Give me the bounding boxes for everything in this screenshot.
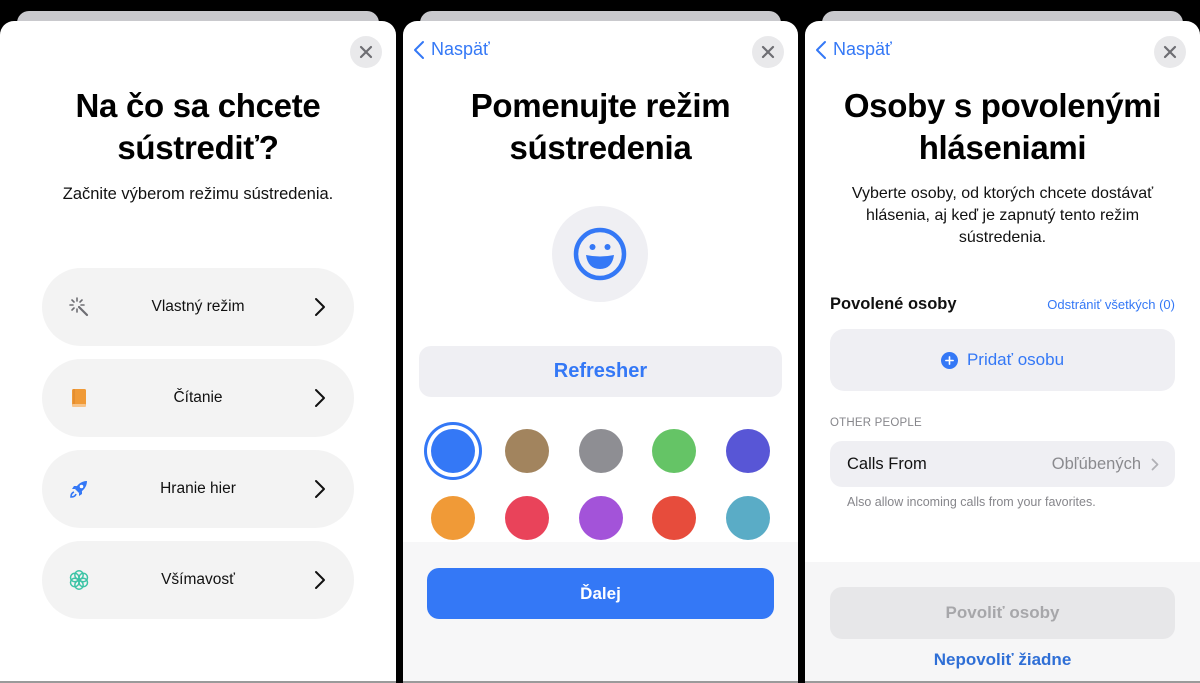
close-button[interactable] bbox=[350, 36, 382, 68]
chevron-right-icon bbox=[1151, 458, 1159, 470]
page-subtitle: Vyberte osoby, od ktorých chcete dostáva… bbox=[851, 185, 1154, 246]
color-swatch-green[interactable] bbox=[652, 429, 697, 473]
mode-label: Hranie hier bbox=[160, 480, 236, 497]
allowed-people-header: Povolené osoby Odstrániť všetkých (0) bbox=[830, 295, 1175, 314]
color-swatch-pink[interactable] bbox=[504, 496, 549, 540]
close-button[interactable] bbox=[1154, 36, 1186, 68]
next-button[interactable]: Ďalej bbox=[427, 568, 774, 619]
rocket-icon bbox=[68, 478, 90, 500]
flower-icon bbox=[68, 569, 90, 591]
allow-none-button[interactable]: Nepovoliť žiadne bbox=[805, 650, 1200, 670]
page-title: Osoby s povolenými hláseniami bbox=[843, 87, 1162, 166]
chevron-right-icon bbox=[315, 480, 325, 498]
sheet-card: Naspäť Pomenujte režim sústredenia Refre… bbox=[403, 21, 798, 683]
calls-footnote: Also allow incoming calls from your favo… bbox=[847, 495, 1096, 509]
color-swatch-gray[interactable] bbox=[578, 429, 623, 473]
back-label: Naspäť bbox=[431, 39, 490, 59]
other-people-label: OTHER PEOPLE bbox=[830, 417, 922, 429]
focus-icon-picker[interactable] bbox=[552, 206, 648, 302]
mode-item-mindfulness[interactable]: Všímavosť bbox=[42, 541, 354, 619]
footer: Povoliť osoby Nepovoliť žiadne bbox=[805, 562, 1200, 683]
color-swatch-teal[interactable] bbox=[726, 496, 770, 540]
color-picker bbox=[431, 429, 770, 540]
page-title: Na čo sa chcete sústrediť? bbox=[75, 87, 321, 166]
screen-allowed-people: Naspäť Osoby s povolenými hláseniami Vyb… bbox=[805, 0, 1200, 683]
allow-people-button[interactable]: Povoliť osoby bbox=[830, 587, 1175, 639]
mode-item-gaming[interactable]: Hranie hier bbox=[42, 450, 354, 528]
sheet-card: Naspäť Osoby s povolenými hláseniami Vyb… bbox=[805, 21, 1200, 683]
page-subtitle: Začnite výberom režimu sústredenia. bbox=[62, 185, 334, 203]
page-title: Pomenujte režim sústredenia bbox=[470, 87, 731, 166]
mode-label: Čítanie bbox=[173, 389, 223, 406]
color-swatch-red[interactable] bbox=[652, 496, 697, 540]
chevron-right-icon bbox=[315, 389, 325, 407]
mode-item-custom[interactable]: Vlastný režim bbox=[42, 268, 354, 346]
book-icon bbox=[68, 387, 90, 409]
color-swatch-indigo[interactable] bbox=[726, 429, 770, 473]
close-button[interactable] bbox=[752, 36, 784, 68]
add-person-button[interactable]: Pridať osobu bbox=[830, 329, 1175, 391]
screen-choose-focus: Na čo sa chcete sústrediť? Začnite výber… bbox=[0, 0, 396, 683]
calls-from-label: Calls From bbox=[847, 454, 927, 473]
allowed-people-title: Povolené osoby bbox=[830, 295, 957, 313]
color-swatch-purple[interactable] bbox=[578, 496, 623, 540]
color-swatch-brown[interactable] bbox=[504, 429, 549, 473]
focus-mode-list: Vlastný režim Čítanie Hranie hier Všímav… bbox=[42, 268, 354, 632]
remove-all-link[interactable]: Odstrániť všetkých (0) bbox=[1047, 297, 1175, 312]
screen-name-focus: Naspäť Pomenujte režim sústredenia Refre… bbox=[403, 0, 798, 683]
focus-name-input[interactable]: Refresher bbox=[419, 346, 782, 397]
chevron-left-icon bbox=[816, 40, 826, 59]
smiley-icon bbox=[573, 227, 627, 281]
chevron-right-icon bbox=[315, 571, 325, 589]
mode-label: Všímavosť bbox=[161, 571, 235, 588]
back-button[interactable]: Naspäť bbox=[413, 39, 490, 60]
close-icon bbox=[359, 45, 373, 59]
close-icon bbox=[761, 45, 775, 59]
calls-from-row[interactable]: Calls From Obľúbených bbox=[830, 441, 1175, 487]
plus-circle-icon bbox=[940, 351, 958, 369]
mode-item-reading[interactable]: Čítanie bbox=[42, 359, 354, 437]
color-swatch-blue[interactable] bbox=[431, 429, 475, 473]
calls-from-value: Obľúbených bbox=[1051, 454, 1141, 473]
sheet-card: Na čo sa chcete sústrediť? Začnite výber… bbox=[0, 21, 396, 683]
magic-wand-icon bbox=[68, 296, 90, 318]
mode-label: Vlastný režim bbox=[151, 298, 245, 315]
back-label: Naspäť bbox=[833, 39, 892, 59]
color-swatch-orange[interactable] bbox=[431, 496, 475, 540]
footer: Ďalej bbox=[403, 542, 798, 683]
close-icon bbox=[1163, 45, 1177, 59]
chevron-right-icon bbox=[315, 298, 325, 316]
add-person-label: Pridať osobu bbox=[966, 350, 1065, 369]
back-button[interactable]: Naspäť bbox=[815, 39, 892, 60]
chevron-left-icon bbox=[414, 40, 424, 59]
